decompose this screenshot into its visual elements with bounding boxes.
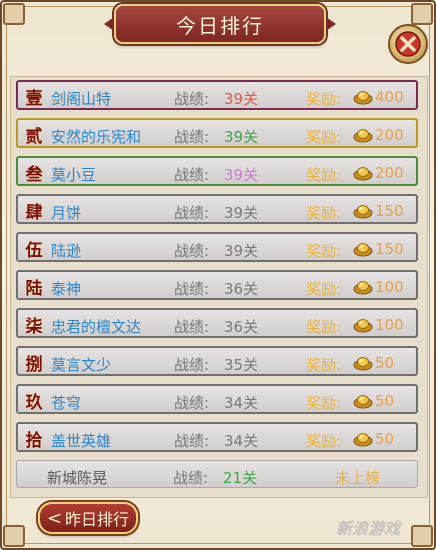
- player-name: 月饼: [51, 204, 82, 222]
- frame-corner-ornament: [3, 3, 25, 25]
- reward-value: 50: [375, 430, 395, 448]
- ranking-row: 捌莫言文少 战绩: 35关 奖励: 50: [16, 346, 418, 376]
- yesterday-ranking-label: 昨日排行: [65, 510, 130, 529]
- score-label: 战绩:: [173, 469, 209, 487]
- player-name: 新城陈晃: [47, 469, 108, 487]
- reward-label: 奖励:: [306, 394, 342, 412]
- player-name: 泰神: [51, 280, 82, 298]
- score-label: 战绩:: [174, 128, 210, 146]
- player-name: 莫言文少: [51, 356, 112, 374]
- ranking-row: 柒忠君的檀文达 战绩: 36关 奖励: 100: [16, 308, 418, 338]
- reward-value: 100: [375, 278, 404, 296]
- reward-value: 150: [375, 240, 404, 258]
- score-label: 战绩:: [174, 280, 210, 298]
- rank-badge: 叁: [25, 164, 43, 185]
- rank-badge: 伍: [25, 240, 43, 261]
- rank-status: 未上榜: [335, 469, 381, 487]
- reward-value: 200: [375, 164, 404, 182]
- gold-ingot-icon: [353, 205, 373, 219]
- score-value: 35关: [224, 356, 259, 374]
- ranking-row: 贰安然的乐宪和 战绩: 39关 奖励: 200: [16, 118, 418, 148]
- reward-value: 100: [375, 316, 404, 334]
- score-value: 39关: [224, 166, 259, 184]
- rank-badge: 玖: [25, 392, 43, 413]
- frame-corner-ornament: [411, 525, 433, 547]
- ranking-row: 伍陆逊 战绩: 39关 奖励: 150: [16, 232, 418, 262]
- score-value: 34关: [224, 394, 259, 412]
- ranking-row: 玖苍穹 战绩: 34关 奖励: 50: [16, 384, 418, 414]
- rank-badge: 壹: [25, 88, 43, 109]
- watermark-logo: 新浪游戏: [336, 519, 401, 538]
- player-name: 苍穹: [51, 394, 82, 412]
- rank-badge: 贰: [25, 126, 43, 147]
- yesterday-ranking-button[interactable]: < 昨日排行: [38, 502, 138, 534]
- reward-label: 奖励:: [306, 280, 342, 298]
- ranking-row: 叁莫小豆 战绩: 39关 奖励: 200: [16, 156, 418, 186]
- rank-badge: 肆: [25, 202, 43, 223]
- player-name: 忠君的檀文达: [51, 318, 142, 336]
- score-label: 战绩:: [174, 356, 210, 374]
- score-value: 39关: [224, 204, 259, 222]
- gold-ingot-icon: [353, 167, 373, 181]
- close-button[interactable]: [388, 24, 428, 64]
- my-rank-row: 新城陈晃 战绩: 21关 未上榜: [16, 460, 418, 488]
- reward-value: 50: [375, 354, 395, 372]
- reward-value: 200: [375, 126, 404, 144]
- reward-label: 奖励:: [306, 356, 342, 374]
- reward-label: 奖励:: [306, 318, 342, 336]
- gold-ingot-icon: [353, 433, 373, 447]
- gold-ingot-icon: [353, 319, 373, 333]
- player-name: 盖世英雄: [51, 432, 112, 450]
- player-name: 剑阁山特: [51, 90, 112, 108]
- gold-ingot-icon: [353, 129, 373, 143]
- score-label: 战绩:: [174, 318, 210, 336]
- score-value: 39关: [224, 242, 259, 260]
- reward-value: 50: [375, 392, 395, 410]
- gold-ingot-icon: [353, 281, 373, 295]
- score-value: 36关: [224, 280, 259, 298]
- dialog-title: 今日排行: [104, 4, 336, 44]
- reward-label: 奖励:: [306, 166, 342, 184]
- rank-badge: 捌: [25, 354, 43, 375]
- player-name: 安然的乐宪和: [51, 128, 142, 146]
- ranking-row: 壹剑阁山特 战绩: 39关 奖励: 400: [16, 80, 418, 110]
- reward-label: 奖励:: [306, 204, 342, 222]
- close-icon: [395, 31, 421, 57]
- gold-ingot-icon: [353, 91, 373, 105]
- reward-label: 奖励:: [306, 432, 342, 450]
- reward-value: 400: [375, 88, 404, 106]
- chevron-left-icon: <: [46, 507, 63, 529]
- frame-corner-ornament: [3, 525, 25, 547]
- reward-label: 奖励:: [306, 90, 342, 108]
- gold-ingot-icon: [353, 357, 373, 371]
- score-label: 战绩:: [174, 394, 210, 412]
- gold-ingot-icon: [353, 243, 373, 257]
- ranking-row: 拾盖世英雄 战绩: 34关 奖励: 50: [16, 422, 418, 452]
- player-name: 莫小豆: [51, 166, 97, 184]
- reward-label: 奖励:: [306, 128, 342, 146]
- ranking-row: 陆泰神 战绩: 36关 奖励: 100: [16, 270, 418, 300]
- reward-value: 150: [375, 202, 404, 220]
- score-value: 39关: [224, 90, 259, 108]
- score-value: 36关: [224, 318, 259, 336]
- rank-badge: 陆: [25, 278, 43, 299]
- score-value: 34关: [224, 432, 259, 450]
- player-name: 陆逊: [51, 242, 82, 260]
- score-label: 战绩:: [174, 166, 210, 184]
- score-label: 战绩:: [174, 432, 210, 450]
- gold-ingot-icon: [353, 395, 373, 409]
- score-label: 战绩:: [174, 204, 210, 222]
- score-value: 39关: [224, 128, 259, 146]
- rank-badge: 柒: [25, 316, 43, 337]
- reward-label: 奖励:: [306, 242, 342, 260]
- rank-badge: 拾: [25, 430, 43, 451]
- ranking-row: 肆月饼 战绩: 39关 奖励: 150: [16, 194, 418, 224]
- score-label: 战绩:: [174, 90, 210, 108]
- score-value: 21关: [223, 469, 258, 487]
- score-label: 战绩:: [174, 242, 210, 260]
- frame-corner-ornament: [411, 3, 433, 25]
